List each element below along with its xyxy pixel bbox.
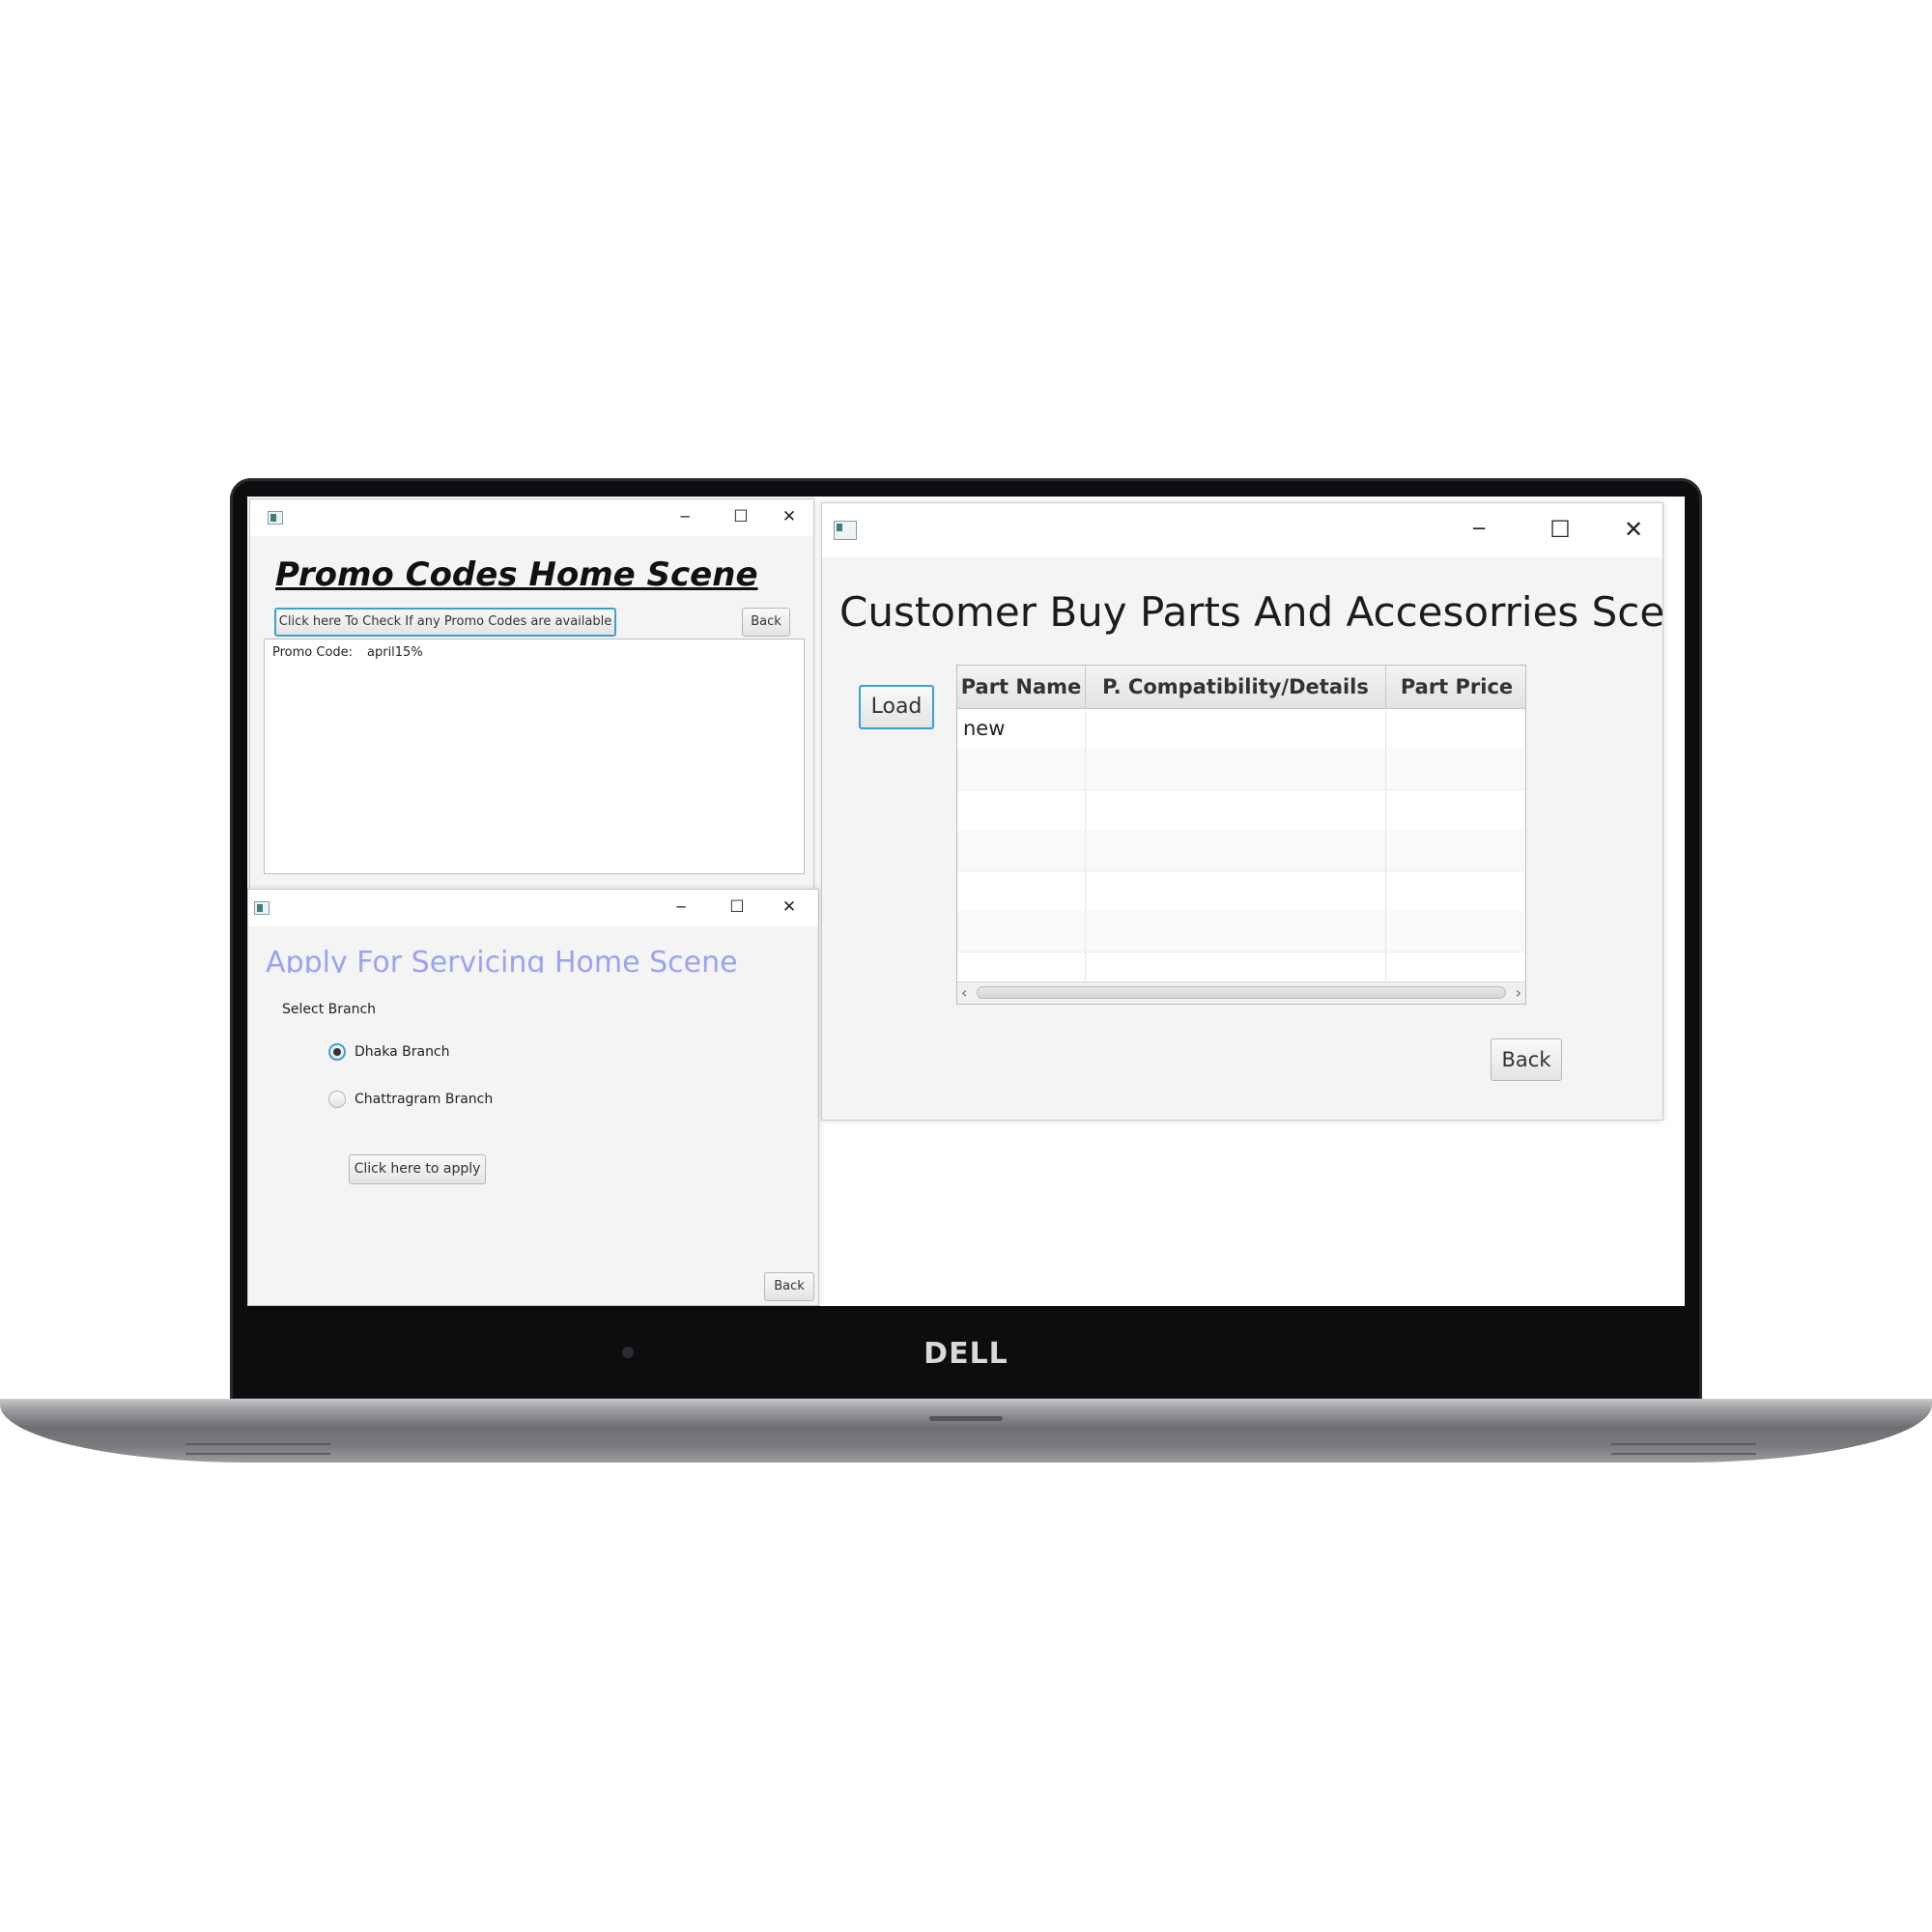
title-bar: ─ ☐ ✕ xyxy=(248,890,818,926)
page-title: Promo Codes Home Scene xyxy=(275,555,758,594)
scrollbar-thumb[interactable] xyxy=(977,986,1506,999)
brand-logo: DELL xyxy=(923,1337,1009,1371)
maximize-icon[interactable]: ☐ xyxy=(1521,503,1599,557)
maximize-icon[interactable]: ☐ xyxy=(712,499,770,536)
close-icon[interactable]: ✕ xyxy=(764,499,813,536)
apply-button[interactable]: Click here to apply xyxy=(349,1154,486,1184)
column-header-compatibility[interactable]: P. Compatibility/Details xyxy=(1086,666,1386,708)
minimize-icon[interactable]: ─ xyxy=(1440,503,1518,557)
speaker-grille-right xyxy=(1611,1443,1756,1455)
select-branch-label: Select Branch xyxy=(282,1002,377,1017)
table-row[interactable]: new xyxy=(957,708,1525,750)
buy-parts-window: ─ ☐ ✕ Customer Buy Parts And Accesorries… xyxy=(821,502,1663,1121)
parts-table[interactable]: Part Name P. Compatibility/Details Part … xyxy=(956,665,1526,1005)
cell-part-price xyxy=(1386,708,1525,749)
maximize-icon[interactable]: ☐ xyxy=(708,890,766,926)
back-button[interactable]: Back xyxy=(742,608,790,637)
cell-compatibility xyxy=(1086,708,1386,749)
table-row-empty xyxy=(957,870,1525,912)
promo-code-value: april15% xyxy=(367,645,423,660)
minimize-icon[interactable]: ─ xyxy=(652,890,710,926)
table-row-empty xyxy=(957,911,1525,952)
radio-label: Chattragram Branch xyxy=(355,1092,494,1107)
servicing-window: ─ ☐ ✕ Apply For Servicing Home Scene Sel… xyxy=(247,889,819,1306)
table-row-empty xyxy=(957,830,1525,871)
radio-label: Dhaka Branch xyxy=(355,1044,450,1060)
page-title: Apply For Servicing Home Scene xyxy=(266,946,738,973)
close-icon[interactable]: ✕ xyxy=(1603,503,1662,557)
radio-button[interactable] xyxy=(328,1091,346,1108)
close-icon[interactable]: ✕ xyxy=(764,890,814,926)
check-promo-codes-button[interactable]: Click here To Check If any Promo Codes a… xyxy=(274,608,616,637)
minimize-icon[interactable]: ─ xyxy=(656,499,714,536)
promo-codes-window: ─ ☐ ✕ Promo Codes Home Scene Click here … xyxy=(249,498,814,891)
speaker-grille-left xyxy=(185,1443,330,1455)
table-row-empty xyxy=(957,749,1525,790)
back-button[interactable]: Back xyxy=(764,1272,814,1301)
hinge-notch xyxy=(929,1416,1003,1421)
radio-button[interactable] xyxy=(328,1043,346,1061)
horizontal-scrollbar[interactable]: ‹ › xyxy=(957,981,1525,1004)
table-row-empty xyxy=(957,789,1525,831)
promo-result-area: Promo Code: april15% xyxy=(264,639,805,874)
table-header: Part Name P. Compatibility/Details Part … xyxy=(957,666,1525,709)
load-button[interactable]: Load xyxy=(859,685,934,729)
column-header-part-name[interactable]: Part Name xyxy=(957,666,1086,708)
app-icon xyxy=(254,901,270,915)
webcam-icon xyxy=(622,1347,634,1358)
column-header-part-price[interactable]: Part Price xyxy=(1386,666,1525,708)
title-bar: ─ ☐ ✕ xyxy=(250,499,813,536)
scroll-left-icon[interactable]: ‹ xyxy=(961,983,967,1002)
back-button[interactable]: Back xyxy=(1491,1038,1562,1081)
app-icon xyxy=(268,511,283,525)
scroll-right-icon[interactable]: › xyxy=(1516,983,1521,1002)
app-icon xyxy=(834,521,857,540)
page-title: Customer Buy Parts And Accesorries Scene xyxy=(839,588,1663,636)
promo-code-label: Promo Code: xyxy=(272,645,354,660)
title-bar: ─ ☐ ✕ xyxy=(822,503,1662,557)
cell-part-name: new xyxy=(957,708,1086,749)
